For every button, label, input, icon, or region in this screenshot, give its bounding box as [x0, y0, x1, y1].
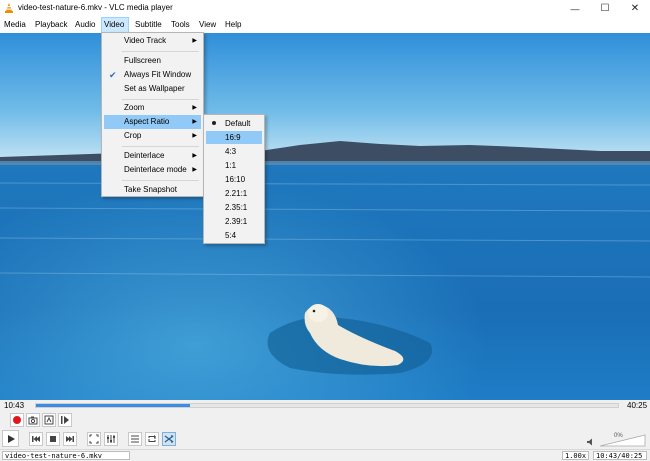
loop-ab-button[interactable] [42, 413, 56, 427]
menu-separator [122, 99, 199, 100]
aspect-option-16-10[interactable]: 16:10 [206, 173, 262, 186]
record-icon [13, 416, 21, 424]
extended-settings-button[interactable] [104, 432, 118, 446]
record-button[interactable] [10, 413, 24, 427]
aspect-option-2-21-1[interactable]: 2.21:1 [206, 187, 262, 200]
loop-ab-icon [44, 415, 54, 425]
checkmark-icon: ✔ [109, 70, 117, 80]
menu-bar: Media Playback Audio Video Subtitle Tool… [0, 17, 650, 33]
frame-by-frame-button[interactable] [58, 413, 72, 427]
maximize-icon: ☐ [600, 3, 610, 14]
play-button[interactable] [2, 430, 19, 447]
vlc-cone-icon [5, 3, 13, 13]
maximize-button[interactable]: ☐ [590, 0, 620, 17]
menu-item-take-snapshot[interactable]: Take Snapshot [104, 183, 201, 197]
playlist-icon [131, 435, 139, 443]
status-bar: video-test-nature-6.mkv 1.00x 10:43/40:2… [0, 449, 650, 461]
submenu-arrow-icon: ▶ [192, 153, 197, 159]
menu-playback[interactable]: Playback [33, 17, 69, 33]
menu-separator [122, 180, 199, 181]
window-title: video-test-nature-6.mkv - VLC media play… [18, 3, 173, 12]
submenu-arrow-icon: ▶ [192, 119, 197, 125]
shuffle-icon [164, 435, 174, 443]
title-bar: video-test-nature-6.mkv - VLC media play… [0, 0, 650, 17]
menu-item-aspect-ratio[interactable]: Aspect Ratio ▶ [104, 115, 201, 129]
menu-subtitle[interactable]: Subtitle [133, 17, 164, 33]
aspect-option-2-35-1[interactable]: 2.35:1 [206, 201, 262, 214]
menu-item-always-fit-window[interactable]: ✔ Always Fit Window [104, 68, 201, 82]
next-button[interactable] [63, 432, 77, 446]
menu-video[interactable]: Video [101, 17, 129, 33]
volume-wedge [599, 434, 646, 447]
close-button[interactable]: ✕ [620, 0, 650, 17]
seek-progress [36, 404, 191, 407]
aspect-option-4-3[interactable]: 4:3 [206, 145, 262, 158]
extended-settings-icon [107, 435, 115, 443]
stop-button[interactable] [46, 432, 60, 446]
total-time: 40:25 [627, 401, 648, 410]
aspect-option-16-9[interactable]: 16:9 [206, 131, 262, 144]
menu-audio[interactable]: Audio [73, 17, 97, 33]
menu-tools[interactable]: Tools [169, 17, 192, 33]
menu-item-deinterlace-mode[interactable]: Deinterlace mode ▶ [104, 163, 201, 177]
next-icon [66, 436, 74, 442]
submenu-arrow-icon: ▶ [192, 133, 197, 139]
aspect-option-default[interactable]: Default [206, 117, 262, 130]
submenu-arrow-icon: ▶ [192, 38, 197, 44]
camera-icon [28, 416, 38, 425]
radio-selected-icon [212, 121, 216, 125]
loop-button[interactable] [145, 432, 159, 446]
fullscreen-icon [89, 434, 99, 444]
fullscreen-button[interactable] [87, 432, 101, 446]
status-filename: video-test-nature-6.mkv [2, 451, 130, 460]
video-display[interactable] [0, 33, 650, 400]
close-icon: ✕ [630, 3, 640, 14]
minimize-button[interactable]: — [560, 0, 590, 17]
menu-item-set-as-wallpaper[interactable]: Set as Wallpaper [104, 82, 201, 96]
seek-row: 10:43 40:25 [0, 400, 650, 411]
minimize-icon: — [570, 3, 580, 14]
menu-item-fullscreen[interactable]: Fullscreen [104, 54, 201, 68]
aspect-option-5-4[interactable]: 5:4 [206, 229, 262, 242]
playback-speed[interactable]: 1.00x [562, 451, 589, 460]
seek-slider[interactable] [35, 403, 619, 408]
previous-icon [32, 436, 40, 442]
playlist-button[interactable] [128, 432, 142, 446]
volume-slider[interactable]: 0% [599, 433, 646, 447]
submenu-arrow-icon: ▶ [192, 105, 197, 111]
menu-view[interactable]: View [197, 17, 218, 33]
video-menu-dropdown: Video Track ▶ Fullscreen ✔ Always Fit Win… [101, 32, 204, 197]
status-time[interactable]: 10:43/40:25 [593, 451, 647, 460]
shuffle-button[interactable] [162, 432, 176, 446]
snapshot-button[interactable] [26, 413, 40, 427]
aspect-option-1-1[interactable]: 1:1 [206, 159, 262, 172]
volume-percent: 0% [614, 433, 623, 439]
elapsed-time: 10:43 [4, 401, 25, 410]
menu-item-deinterlace[interactable]: Deinterlace ▶ [104, 149, 201, 163]
menu-media[interactable]: Media [2, 17, 28, 33]
aspect-ratio-submenu: Default 16:9 4:3 1:1 16:10 2.21:1 2.35:1… [203, 114, 265, 244]
menu-item-zoom[interactable]: Zoom ▶ [104, 101, 201, 115]
loop-icon [148, 435, 156, 442]
previous-button[interactable] [29, 432, 43, 446]
submenu-arrow-icon: ▶ [192, 167, 197, 173]
play-icon [7, 434, 15, 443]
menu-item-video-track[interactable]: Video Track ▶ [104, 34, 201, 48]
aspect-option-2-39-1[interactable]: 2.39:1 [206, 215, 262, 228]
menu-separator [122, 51, 199, 52]
speaker-icon[interactable] [586, 437, 596, 447]
menu-help[interactable]: Help [223, 17, 243, 33]
stop-icon [50, 436, 56, 442]
menu-item-crop[interactable]: Crop ▶ [104, 129, 201, 143]
video-frame [0, 33, 650, 400]
menu-separator [122, 146, 199, 147]
frame-by-frame-icon [61, 416, 69, 424]
